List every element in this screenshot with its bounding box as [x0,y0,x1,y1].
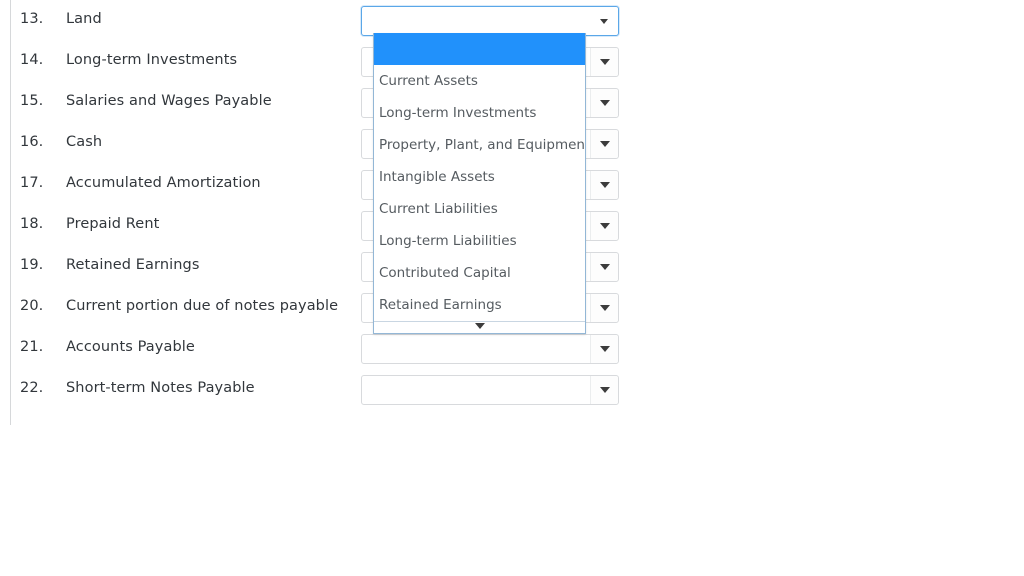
dropdown-options-container: Current Assets Long-term Investments Prope… [374,33,585,321]
classification-select-row-21[interactable] [361,334,619,364]
select-caret [599,59,610,65]
dropdown-option[interactable]: Retained Earnings [374,289,585,321]
row-account-label: Long-term Investments [66,52,238,68]
row-number: 13. [20,11,44,27]
row-number: 22. [20,380,44,396]
select-caret [599,264,610,270]
row-account-label: Accounts Payable [66,339,195,355]
row-number: 15. [20,93,44,109]
chevron-down-icon[interactable] [590,7,618,35]
chevron-down-icon[interactable] [590,89,618,117]
row-number: 18. [20,216,44,232]
row-number: 19. [20,257,44,273]
row-account-label: Retained Earnings [66,257,200,273]
row-account-label: Salaries and Wages Payable [66,93,272,109]
select-caret [599,141,610,147]
dropdown-option[interactable]: Property, Plant, and Equipment [374,129,585,161]
chevron-down-icon[interactable] [590,294,618,322]
dropdown-option[interactable]: Contributed Capital [374,257,585,289]
dropdown-option[interactable] [374,33,585,65]
dropdown-option[interactable]: Long-term Liabilities [374,225,585,257]
dropdown-option[interactable]: Current Liabilities [374,193,585,225]
select-box[interactable] [361,375,619,405]
dropdown-option[interactable]: Long-term Investments [374,97,585,129]
chevron-down-icon[interactable] [590,48,618,76]
scroll-down-arrow-icon[interactable] [374,321,585,333]
row-number: 21. [20,339,44,355]
chevron-down-icon[interactable] [590,253,618,281]
classification-dropdown-list[interactable]: Current Assets Long-term Investments Prope… [373,33,586,334]
select-caret [599,223,610,229]
select-caret [599,346,610,352]
classification-select-row-22[interactable] [361,375,619,405]
chevron-down-icon[interactable] [590,171,618,199]
row-number: 14. [20,52,44,68]
row-number: 17. [20,175,44,191]
row-account-label: Prepaid Rent [66,216,160,232]
select-box[interactable] [361,334,619,364]
row-number: 16. [20,134,44,150]
select-caret [599,100,610,106]
row-number: 20. [20,298,44,314]
select-caret [599,305,610,311]
select-caret [599,182,610,188]
row-account-label: Land [66,11,102,27]
select-box[interactable] [361,6,619,36]
row-account-label: Accumulated Amortization [66,175,261,191]
form-row: 22. Short-term Notes Payable [0,374,640,415]
select-caret [599,387,610,393]
form-row: 21. Accounts Payable [0,333,640,374]
chevron-down-icon[interactable] [590,376,618,404]
dropdown-option[interactable]: Current Assets [374,65,585,97]
row-account-label: Cash [66,134,103,150]
row-account-label: Short-term Notes Payable [66,380,255,396]
scroll-down-caret [474,323,485,329]
select-caret [600,19,608,24]
chevron-down-icon[interactable] [590,335,618,363]
row-account-label: Current portion due of notes payable [66,298,339,314]
dropdown-option[interactable]: Intangible Assets [374,161,585,193]
chevron-down-icon[interactable] [590,212,618,240]
chevron-down-icon[interactable] [590,130,618,158]
classification-select-row-13[interactable] [361,6,619,36]
